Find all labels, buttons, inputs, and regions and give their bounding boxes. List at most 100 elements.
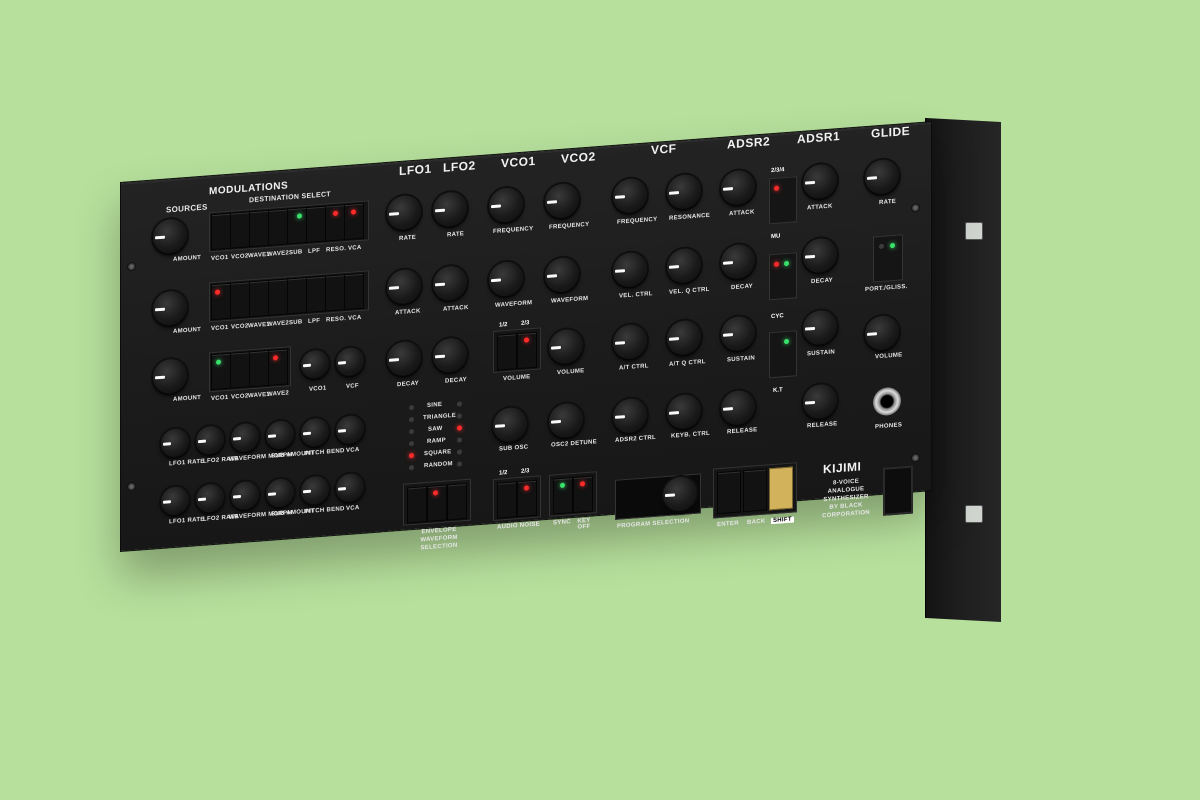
mod-vcf-label: VCF bbox=[346, 383, 359, 391]
phones-jack[interactable] bbox=[873, 386, 901, 417]
perf-knob-sub-amount-2[interactable] bbox=[266, 477, 294, 509]
vcf-frequency-knob[interactable] bbox=[613, 177, 647, 215]
adsr2-attack-knob[interactable] bbox=[721, 169, 755, 206]
phones-label: PHONES bbox=[875, 422, 903, 431]
lfo1-rate-knob[interactable] bbox=[387, 194, 421, 231]
adsr1-decay-knob[interactable] bbox=[803, 237, 837, 274]
perf-knob-pitch-bend-2[interactable] bbox=[301, 475, 329, 506]
waveform-sine-label: SINE bbox=[427, 401, 443, 409]
dest-button-vco1[interactable] bbox=[211, 282, 231, 321]
dest-button-reso[interactable] bbox=[325, 204, 345, 242]
dest-label: SUB bbox=[289, 319, 303, 327]
sync-label: SYNC bbox=[553, 519, 571, 527]
dest-button-reso[interactable] bbox=[325, 274, 345, 312]
dest-button-lpf[interactable] bbox=[306, 205, 326, 244]
perf-knob-waveform-morph-2[interactable] bbox=[231, 480, 259, 511]
adsr1-release-knob[interactable] bbox=[803, 383, 837, 420]
osc2-detune-knob[interactable] bbox=[549, 402, 583, 439]
dest-button-wave1[interactable] bbox=[249, 349, 269, 388]
vcf-vel-q-ctrl-knob[interactable] bbox=[667, 247, 701, 284]
enter-button[interactable] bbox=[717, 470, 741, 515]
perf-knob-lfo2-rate-2[interactable] bbox=[196, 483, 224, 514]
sub-osc-knob[interactable] bbox=[493, 406, 527, 444]
lfo2-attack-knob[interactable] bbox=[433, 264, 467, 302]
vco2-volume-knob[interactable] bbox=[549, 328, 583, 365]
vcf-vel-ctrl-knob[interactable] bbox=[613, 251, 647, 289]
adsr1-side-button-3[interactable] bbox=[769, 330, 797, 379]
vco1-ratio-a-button[interactable] bbox=[497, 333, 517, 371]
dest-button-vco2[interactable] bbox=[230, 211, 250, 249]
lfo1-attack-knob[interactable] bbox=[387, 268, 421, 305]
back-button[interactable] bbox=[743, 468, 767, 513]
adsr1-side-label-2: MU bbox=[771, 233, 781, 241]
adsr1-side-button-1[interactable] bbox=[769, 176, 797, 225]
dest-button-vco1[interactable] bbox=[211, 352, 231, 391]
adsr2-decay-knob[interactable] bbox=[721, 243, 755, 280]
vco2-frequency-knob[interactable] bbox=[545, 182, 579, 220]
adsr2-release-knob[interactable] bbox=[721, 389, 755, 426]
dest-button-wave2[interactable] bbox=[268, 348, 288, 386]
dest-button-wave1[interactable] bbox=[249, 279, 269, 318]
dest-button-vco1[interactable] bbox=[211, 212, 231, 251]
adsr1-release-label: RELEASE bbox=[807, 421, 838, 430]
port-gliss-button[interactable] bbox=[873, 234, 903, 283]
perf-knob-waveform-morph[interactable] bbox=[231, 422, 259, 453]
mod-vcf-knob[interactable] bbox=[336, 346, 364, 377]
vco1-frequency-label: FREQUENCY bbox=[493, 225, 534, 236]
adsr1-side-label-4: K.T bbox=[773, 387, 783, 395]
vcf-keyb-ctrl-knob[interactable] bbox=[667, 393, 701, 430]
glide-rate-knob[interactable] bbox=[865, 158, 899, 196]
lfo2-decay-knob[interactable] bbox=[433, 336, 467, 374]
vco1-volume-label: VOLUME bbox=[503, 374, 531, 383]
amount-label: AMOUNT bbox=[173, 394, 202, 404]
perf-knob-lfo1-rate[interactable] bbox=[161, 427, 189, 458]
lfo2-rate-knob[interactable] bbox=[433, 190, 467, 228]
vcf-at-q-ctrl-knob[interactable] bbox=[667, 319, 701, 356]
dest-button-wave2[interactable] bbox=[268, 208, 288, 246]
vcf-adsr2-ctrl-knob[interactable] bbox=[613, 397, 647, 435]
adsr1-attack-knob[interactable] bbox=[803, 163, 837, 200]
dest-label: VCA bbox=[348, 314, 362, 322]
dest-button-sub[interactable] bbox=[287, 276, 307, 315]
adsr2-sustain-knob[interactable] bbox=[721, 315, 755, 352]
dest-label: LPF bbox=[308, 317, 321, 325]
perf-knob-vca[interactable] bbox=[336, 414, 364, 445]
perf-label: LFO1 RATE bbox=[169, 516, 205, 526]
dest-button-vca[interactable] bbox=[344, 202, 364, 241]
perf-knob-sub-amount[interactable] bbox=[266, 419, 294, 451]
perf-knob-lfo1-rate-2[interactable] bbox=[161, 485, 189, 516]
dest-button-wave1[interactable] bbox=[249, 209, 269, 248]
lfo1-decay-knob[interactable] bbox=[387, 340, 421, 377]
mod-vco1-knob[interactable] bbox=[301, 349, 329, 380]
perf-knob-lfo2-rate[interactable] bbox=[196, 425, 224, 456]
adsr1-sustain-knob[interactable] bbox=[803, 309, 837, 346]
adsr1-side-button-2[interactable] bbox=[769, 252, 797, 301]
lfo1-attack-label: ATTACK bbox=[395, 308, 421, 317]
dest-button-vca[interactable] bbox=[344, 272, 364, 311]
power-switch[interactable] bbox=[883, 465, 913, 516]
mod-source-knob-3[interactable] bbox=[153, 357, 187, 395]
dest-button-lpf[interactable] bbox=[306, 275, 326, 314]
vco1-waveform-label: WAVEFORM bbox=[495, 300, 533, 309]
volume-knob[interactable] bbox=[865, 314, 899, 352]
dest-button-vco2[interactable] bbox=[230, 281, 250, 319]
mod-source-knob-2[interactable] bbox=[153, 289, 187, 327]
dest-button-sub[interactable] bbox=[287, 206, 307, 245]
lfo1-waveform-button[interactable] bbox=[407, 485, 427, 524]
vco1-waveform-knob[interactable] bbox=[489, 260, 523, 298]
vco1-frequency-knob[interactable] bbox=[489, 186, 523, 224]
dest-button-wave2[interactable] bbox=[268, 278, 288, 316]
key-off-label: KEY OFF bbox=[577, 517, 591, 531]
audio-noise-button-a[interactable] bbox=[497, 481, 517, 519]
perf-knob-vca-2[interactable] bbox=[336, 472, 364, 503]
lfo2-waveform-button[interactable] bbox=[447, 482, 467, 521]
mod-source-knob-1[interactable] bbox=[153, 217, 187, 255]
shift-button[interactable] bbox=[769, 466, 793, 511]
lfo1-decay-label: DECAY bbox=[397, 380, 419, 389]
vcf-resonance-knob[interactable] bbox=[667, 173, 701, 210]
vco2-waveform-knob[interactable] bbox=[545, 256, 579, 294]
dest-button-vco2[interactable] bbox=[230, 351, 250, 389]
vcf-at-q-ctrl-label: A/T Q CTRL bbox=[669, 359, 706, 368]
vcf-at-ctrl-knob[interactable] bbox=[613, 323, 647, 361]
perf-knob-pitch-bend[interactable] bbox=[301, 417, 329, 448]
